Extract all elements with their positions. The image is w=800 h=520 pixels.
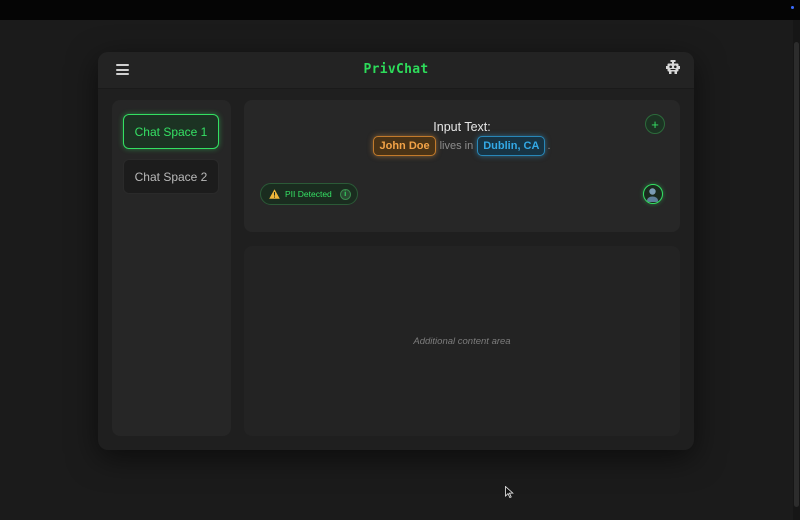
- page-scrollbar[interactable]: [793, 20, 800, 520]
- input-title: Input Text:: [433, 120, 491, 134]
- mouse-cursor-icon: [505, 486, 514, 498]
- warning-icon: [269, 189, 280, 199]
- pii-location-tag[interactable]: Dublin, CA: [477, 136, 546, 156]
- add-button[interactable]: +: [645, 114, 665, 134]
- browser-top-bar: [0, 0, 800, 20]
- user-avatar[interactable]: [643, 184, 663, 204]
- input-card: Input Text: John Doe lives in Dublin, CA…: [244, 100, 680, 232]
- pii-badge-label: PII Detected: [285, 189, 332, 199]
- robot-icon[interactable]: [666, 60, 680, 74]
- app-window: PrivChat Chat Space 1 Chat Space 2 Input…: [98, 52, 694, 450]
- input-text-line: John Doe lives in Dublin, CA .: [244, 136, 680, 156]
- content-placeholder: Additional content area: [413, 336, 511, 347]
- chat-sidebar: Chat Space 1 Chat Space 2: [112, 100, 231, 436]
- app-header: PrivChat: [98, 52, 694, 89]
- sidebar-item-chat-space-2[interactable]: Chat Space 2: [123, 159, 219, 194]
- info-icon[interactable]: i: [339, 188, 351, 200]
- additional-content-area: Additional content area: [244, 246, 680, 436]
- pii-detected-badge[interactable]: PII Detected i: [260, 183, 358, 205]
- status-dot: [791, 6, 794, 9]
- scrollbar-thumb[interactable]: [794, 42, 799, 507]
- pii-name-tag[interactable]: John Doe: [373, 136, 436, 156]
- sidebar-item-chat-space-1[interactable]: Chat Space 1: [123, 114, 219, 149]
- plain-text-segment: lives in: [439, 140, 474, 152]
- app-title: PrivChat: [363, 62, 429, 77]
- end-punctuation: .: [547, 140, 551, 152]
- user-avatar-icon: [647, 188, 658, 203]
